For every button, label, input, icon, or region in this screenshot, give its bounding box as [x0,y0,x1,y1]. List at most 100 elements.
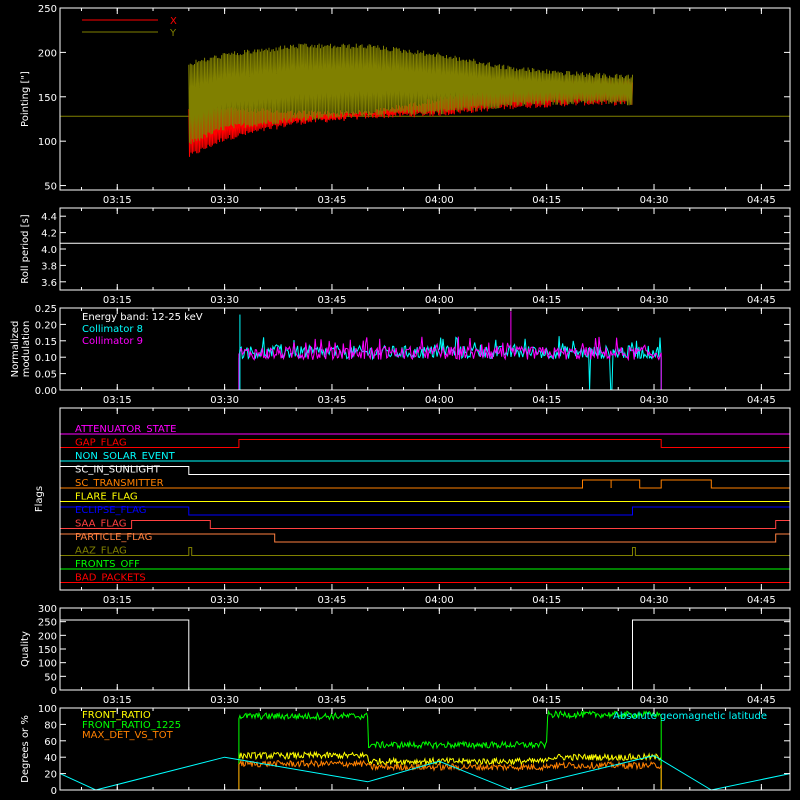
y-tick-label: 250 [38,4,57,15]
panel-flags: ATTENUATOR_STATE GAP_FLAG NON_SOLAR_EVENT S… [34,407,791,606]
flag-label-gap-flag: GAP_FLAG [75,438,127,449]
flag-line-particle-flag [59,533,791,543]
y-axis-label: Pointing ["] [20,71,31,127]
y-tick-label: 3.8 [41,261,57,272]
chart-canvas: XY 03:15 03:30 03:45 04:00 04:15 04:30 04:45 50 1… [10,4,791,797]
y-axis-label: modulation [21,321,32,378]
flag-label-non-solar-event: NON_SOLAR_EVENT [75,451,176,462]
flag-line-saa-flag [60,520,791,529]
flag-label-flare-flag: FLARE_FLAG [75,492,138,503]
y-tick-label: 0 [51,686,57,697]
flag-line-eclipse-flag [59,506,791,516]
x-tick-label: 04:00 [425,395,454,406]
y-tick-label: 4.0 [41,245,57,256]
flag-label-fronts-off: FRONTS_OFF [75,559,140,570]
x-tick-label: 04:45 [747,295,776,306]
y-axis-label: Quality [20,631,31,667]
flag-label-aaz-flag: AAZ_FLAG [75,546,127,557]
panel-frame [59,207,791,291]
x-tick-label: 04:45 [747,595,776,606]
y-tick-label: 100 [38,659,57,670]
flag-label-saa-flag: SAA_FLAG [75,519,126,530]
x-tick-label: 04:00 [425,695,454,706]
plot-area-pointing [60,43,790,157]
x-tick-label: 03:30 [210,395,239,406]
y-tick-label: 4.2 [41,229,57,240]
x-tick-label: 04:00 [425,295,454,306]
x-tick-label: 03:45 [318,295,347,306]
x-tick-label: 03:45 [318,395,347,406]
panel-roll-period: 03:15 03:30 03:45 04:00 04:15 04:30 04:45 3.6 3.… [20,207,791,306]
plot-area-flags: ATTENUATOR_STATE GAP_FLAG NON_SOLAR_EVENT S… [59,424,791,584]
panel-modulation: Energy band: 12-25 keVCollimator 8Collim… [10,304,791,406]
x-tick-label: 03:30 [210,295,239,306]
y-tick-label: 0.05 [35,370,57,381]
quality-line [60,619,790,691]
legend-label-geomagnetic-latitude: Absolute geomagnetic latitude [613,711,767,722]
x-tick-label: 04:15 [532,595,561,606]
legend: XY [82,16,177,39]
x-tick-label: 04:30 [640,195,669,206]
x-tick-label: 04:45 [747,395,776,406]
flag-label-bad-packets: BAD_PACKETS [75,573,146,584]
y-tick-label: 300 [38,604,57,615]
flag-line-aaz-flag [60,547,790,556]
y-tick-label: 3.6 [41,278,57,289]
y-tick-label: 50 [44,672,57,683]
x-tick-label: 04:15 [532,395,561,406]
legend-label-y: Y [169,28,177,39]
x-tick-label: 04:45 [747,695,776,706]
flag-line-gap-flag [60,439,790,448]
x-tick-label: 04:45 [747,195,776,206]
series-front-ratio-1225-line [238,709,662,790]
x-tick-label: 03:15 [103,295,132,306]
series-collimator-8-line [238,336,662,391]
y-axis-label: Roll period [s] [20,214,31,283]
series-max-det-vs-tot-line [238,758,662,790]
y-tick-label: 250 [38,618,57,629]
y-tick-label: 80 [44,720,57,731]
x-tick-label: 04:30 [640,695,669,706]
x-tick-label: 03:30 [210,595,239,606]
x-tick-label: 03:45 [318,195,347,206]
flag-label-sc-transmitter: SC_TRANSMITTER [75,478,164,489]
panel-quality: 03:15 03:30 03:45 04:00 04:15 04:30 04:45 0 50 10… [20,604,791,706]
x-tick-label: 04:15 [532,195,561,206]
y-tick-label: 50 [44,182,57,193]
y-tick-label: 100 [38,137,57,148]
legend-label-collimator-9: Collimator 9 [82,336,143,347]
y-tick-label: 4.4 [41,212,57,223]
y-tick-label: 0.20 [35,320,57,331]
x-tick-label: 03:15 [103,195,132,206]
x-tick-label: 03:15 [103,395,132,406]
legend: FRONT_RATIOFRONT_RATIO_1225MAX_DET_VS_TO… [82,710,767,741]
x-tick-label: 03:45 [318,595,347,606]
plot-area-modulation [238,311,662,391]
y-tick-label: 0.10 [35,353,57,364]
x-tick-label: 04:15 [532,295,561,306]
panel-ratios: FRONT_RATIOFRONT_RATIO_1225MAX_DET_VS_TO… [20,704,791,797]
y-tick-label: 60 [44,737,57,748]
y-axis-label: Degrees or % [20,715,31,783]
y-tick-label: 150 [38,645,57,656]
x-tick-label: 04:30 [640,595,669,606]
quicklook-figure: X Y 03:15 03:30 03:45 04:00 04:15 04:30 04:45 50 1… [0,0,800,800]
y-tick-label: 20 [44,770,57,781]
x-tick-label: 04:30 [640,395,669,406]
energy-band-label: Energy band: 12-25 keV [82,312,203,323]
y-tick-label: 0.00 [35,386,57,397]
flag-line-sc-in-sunlight [59,466,790,475]
legend: Energy band: 12-25 keVCollimator 8Collim… [82,312,203,347]
flag-line-sc-transmitter [60,479,790,489]
y-tick-label: 40 [44,753,57,764]
x-tick-label: 04:30 [640,295,669,306]
legend-label-max-det-vs-tot: MAX_DET_VS_TOT [82,730,174,741]
panel-pointing: XY 03:15 03:30 03:45 04:00 04:15 04:30 04:45 50 1… [20,4,791,206]
y-axis-label: Flags [34,486,45,512]
y-tick-label: 200 [38,48,57,59]
x-tick-label: 04:15 [532,695,561,706]
y-tick-label: 150 [38,93,57,104]
y-tick-label: 200 [38,631,57,642]
plot-area-quality [60,619,790,691]
x-tick-label: 03:30 [210,695,239,706]
